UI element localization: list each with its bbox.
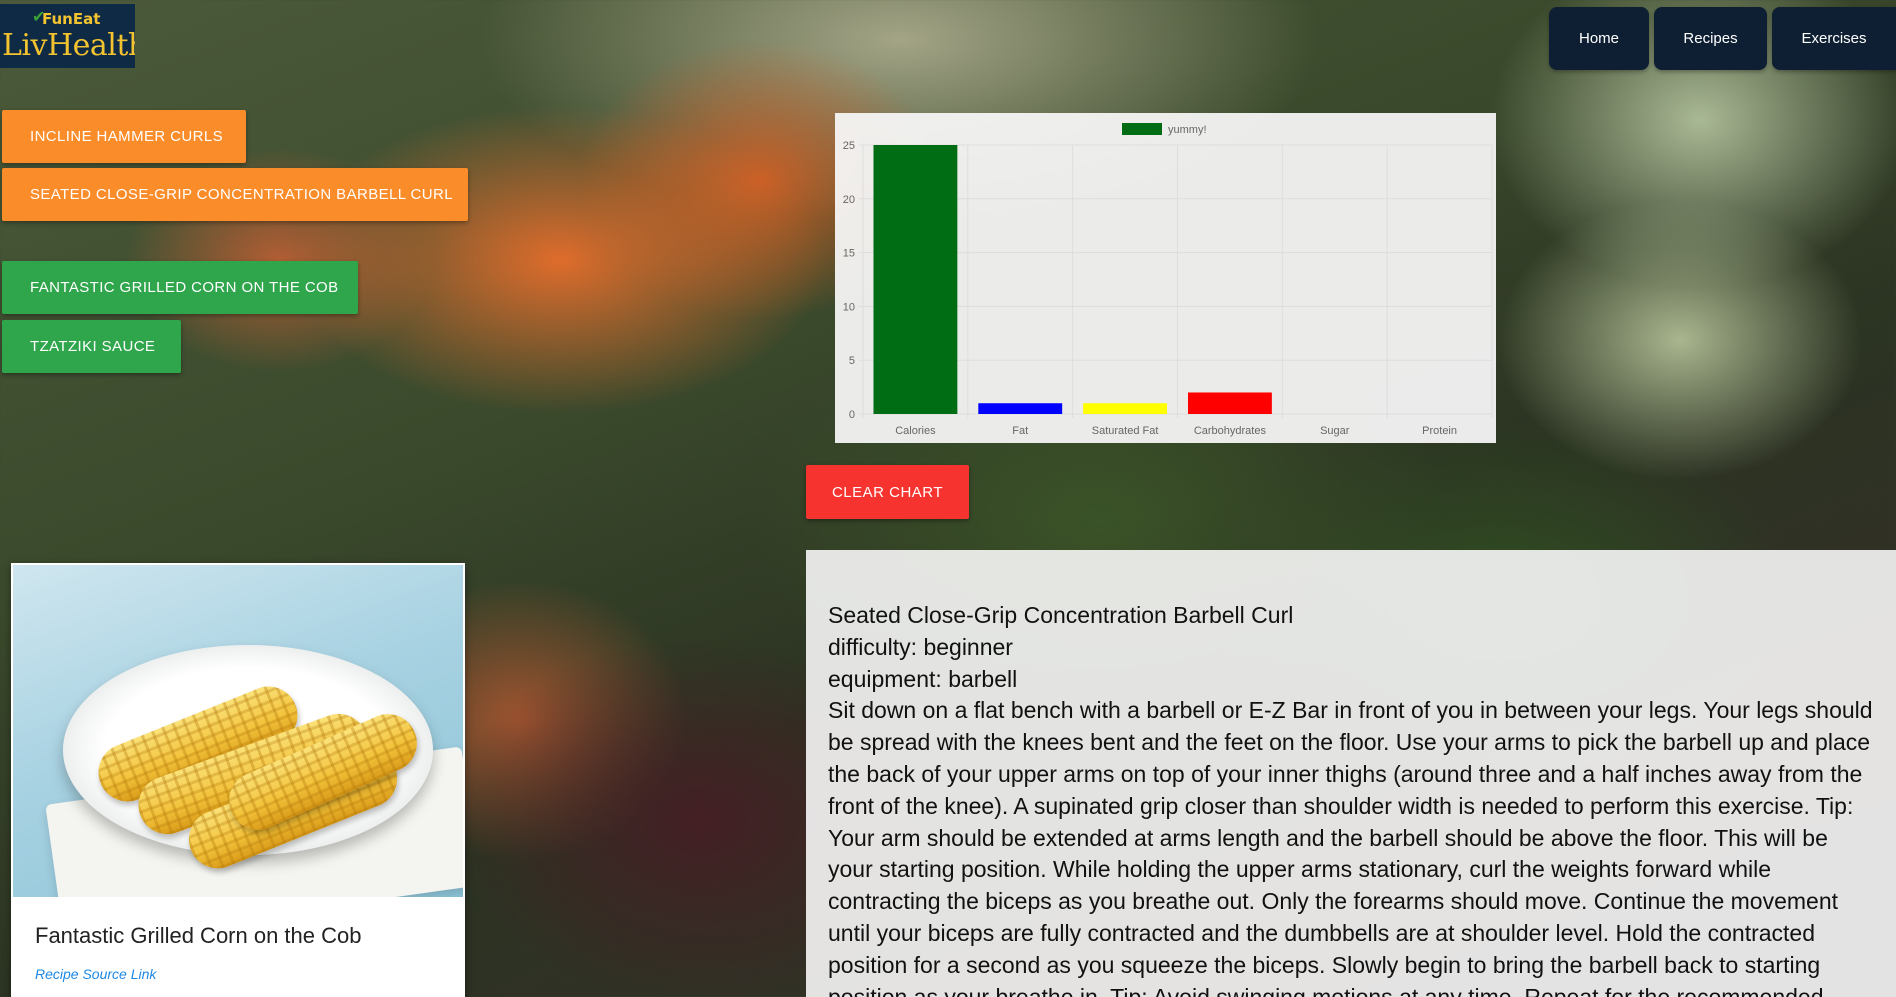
exercise-button-incline-hammer-curls[interactable]: INCLINE HAMMER CURLS <box>2 110 246 163</box>
nav-exercises-button[interactable]: Exercises <box>1772 7 1896 70</box>
recipe-image <box>13 565 463 897</box>
x-tick-label: Fat <box>1012 425 1028 437</box>
clear-chart-button[interactable]: CLEAR CHART <box>806 465 969 519</box>
bar-saturated-fat <box>1083 403 1168 414</box>
nav-recipes-button[interactable]: Recipes <box>1654 7 1767 70</box>
exercise-detail-panel: Seated Close-Grip Concentration Barbell … <box>806 550 1896 997</box>
nutrition-chart-svg: 0 5 10 15 20 25 Calories Fat Saturated Fat Carboh… <box>843 123 1493 437</box>
bar-fat <box>978 403 1063 414</box>
y-tick-label: 25 <box>843 140 855 152</box>
logo-tagline: FunEat <box>42 10 101 28</box>
recipe-button-tzatziki-sauce[interactable]: TZATZIKI SAUCE <box>2 320 181 373</box>
y-tick-label: 15 <box>843 248 855 260</box>
legend-swatch <box>1122 123 1162 135</box>
nav-home-button[interactable]: Home <box>1549 7 1649 70</box>
x-tick-label: Sugar <box>1320 425 1350 437</box>
x-tick-label: Protein <box>1422 425 1457 437</box>
y-tick-label: 5 <box>849 355 855 367</box>
leaf-icon: ✔ <box>32 9 46 26</box>
x-tick-label: Calories <box>895 425 936 437</box>
recipe-card[interactable]: Fantastic Grilled Corn on the Cob Recipe… <box>11 563 465 997</box>
y-tick-label: 20 <box>843 194 855 206</box>
y-tick-label: 10 <box>843 301 855 313</box>
exercise-button-seated-close-grip-curl[interactable]: SEATED CLOSE-GRIP CONCENTRATION BARBELL … <box>2 168 468 221</box>
recipe-card-title: Fantastic Grilled Corn on the Cob <box>35 923 362 948</box>
nutrition-chart: 0 5 10 15 20 25 Calories Fat Saturated Fat Carboh… <box>835 113 1496 443</box>
logo[interactable]: ✔ FunEat LivHealthy <box>0 4 135 68</box>
exercise-difficulty: difficulty: beginner <box>828 633 1013 660</box>
recipe-source-link[interactable]: Recipe Source Link <box>35 966 156 982</box>
top-nav: Home Recipes Exercises <box>1549 7 1896 70</box>
x-tick-label: Saturated Fat <box>1092 425 1159 437</box>
bar-calories <box>873 145 958 414</box>
logo-title: LivHealthy <box>2 28 135 63</box>
recipe-button-grilled-corn[interactable]: FANTASTIC GRILLED CORN ON THE COB <box>2 261 358 314</box>
exercise-instructions: Sit down on a flat bench with a barbell … <box>828 697 1873 997</box>
x-tick-label: Carbohydrates <box>1194 425 1267 437</box>
bar-carbohydrates <box>1187 392 1272 414</box>
legend-label: yummy! <box>1168 124 1207 136</box>
y-tick-label: 0 <box>849 409 855 421</box>
exercise-name: Seated Close-Grip Concentration Barbell … <box>828 602 1294 628</box>
exercise-equipment: equipment: barbell <box>828 665 1018 692</box>
